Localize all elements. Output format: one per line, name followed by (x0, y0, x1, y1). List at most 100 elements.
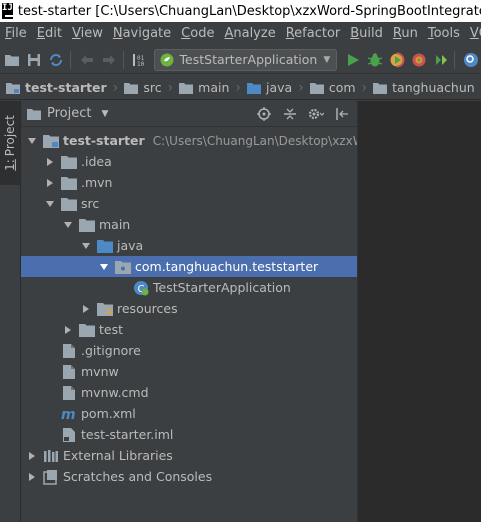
collapsed-arrow-icon[interactable] (27, 451, 37, 461)
menu-item-analyze[interactable]: Analyze (219, 26, 280, 41)
expanded-arrow-icon[interactable] (63, 220, 73, 230)
breadcrumb-item[interactable]: tanghuachun› (367, 80, 481, 96)
tree-node[interactable]: .idea (21, 151, 357, 172)
sync-icon[interactable] (47, 49, 66, 71)
tree-node[interactable]: test-starter C:\Users\ChuangLan\Desktop\x… (21, 130, 384, 151)
tree-node[interactable]: src (21, 193, 357, 214)
tree-node-label: src (81, 196, 100, 211)
tree-node[interactable]: mvnw (21, 361, 357, 382)
expanded-arrow-icon[interactable] (45, 199, 55, 209)
left-tool-strip: 1: Project (0, 101, 21, 522)
project-panel-header: Project ▼ (21, 101, 357, 127)
menu-mnemonic: R (285, 25, 295, 41)
tree-node[interactable]: C TestStarterApplication (21, 277, 357, 298)
menu-item-tools[interactable]: Tools (423, 26, 465, 41)
build-icon[interactable]: 01 10 (131, 49, 150, 71)
menu-label-rest: avigate (122, 25, 172, 41)
gear-icon[interactable] (307, 105, 325, 123)
logo-text: IJ (2, 3, 13, 13)
breadcrumb-label: main (198, 80, 230, 95)
breadcrumb-item[interactable]: com › (304, 80, 367, 96)
breadcrumb-item[interactable]: main › (173, 80, 241, 96)
tree-node[interactable]: Scratches and Consoles (21, 466, 357, 487)
folder-icon (27, 108, 41, 120)
project-view-dropdown[interactable]: Project ▼ (27, 106, 108, 121)
tree-node-label: Scratches and Consoles (63, 469, 213, 484)
editor-area[interactable] (357, 101, 481, 522)
profile-icon[interactable] (409, 49, 428, 71)
menu-mnemonic: V (71, 25, 81, 41)
tree-node[interactable]: com.tanghuachun.teststarter (21, 256, 357, 277)
intellij-logo-icon: IJ (2, 3, 13, 19)
collapsed-arrow-icon[interactable] (45, 157, 55, 167)
menu-item-navigate[interactable]: Navigate (108, 26, 176, 41)
tool-tab-number: 1: (3, 159, 17, 171)
menu-label-rest: ode (190, 25, 215, 41)
menu-item-file[interactable]: File (0, 26, 32, 41)
collapsed-arrow-icon[interactable] (27, 472, 37, 482)
source-folder-icon (97, 238, 113, 254)
svg-text:m: m (61, 407, 76, 421)
menu-item-view[interactable]: View (67, 26, 108, 41)
coverage-icon[interactable] (387, 49, 406, 71)
menu-mnemonic: E (36, 25, 45, 41)
tree-node[interactable]: test-starter.iml (21, 424, 357, 445)
hide-panel-icon[interactable] (333, 105, 351, 123)
save-icon[interactable] (25, 49, 44, 71)
menu-item-vcs[interactable]: VCS (465, 26, 481, 41)
tree-node[interactable]: test (21, 319, 357, 340)
menu-item-run[interactable]: Run (388, 26, 423, 41)
tree-node-label: External Libraries (63, 448, 173, 463)
tree-node[interactable]: m pom.xml (21, 403, 357, 424)
run-configuration-label: TestStarterApplication (179, 52, 318, 67)
folder-icon (247, 82, 262, 94)
menu-mnemonic: B (350, 25, 360, 41)
libraries-icon (43, 448, 59, 464)
breadcrumb-item[interactable]: test-starter › (0, 80, 118, 96)
folder-icon (61, 154, 77, 170)
folder-open-icon[interactable] (3, 49, 22, 71)
menu-label-rest: uild (359, 25, 383, 41)
menu-item-code[interactable]: Code (176, 26, 219, 41)
tree-node[interactable]: resources (21, 298, 357, 319)
menu-item-build[interactable]: Build (345, 26, 388, 41)
debug-icon[interactable] (365, 49, 384, 71)
breadcrumb-item[interactable]: src › (118, 80, 173, 96)
expanded-arrow-icon[interactable] (81, 241, 91, 251)
back-arrow-icon[interactable] (78, 49, 97, 71)
more-icon[interactable] (431, 49, 450, 71)
run-icon[interactable] (343, 49, 362, 71)
menu-item-edit[interactable]: Edit (32, 26, 67, 41)
tree-node[interactable]: java (21, 235, 357, 256)
menu-bar: File Edit View Navigate Code Analyze Refactor B… (0, 22, 481, 44)
window-title: test-starter [C:\Users\ChuangLan\Desktop… (17, 3, 481, 19)
collapsed-arrow-icon[interactable] (45, 178, 55, 188)
module-folder-icon (6, 82, 20, 94)
tree-node[interactable]: .mvn (21, 172, 357, 193)
expanded-arrow-icon[interactable] (27, 136, 37, 146)
tree-node[interactable]: mvnw.cmd (21, 382, 357, 403)
project-tool-tab[interactable]: 1: Project (0, 101, 20, 185)
collapsed-arrow-icon[interactable] (63, 325, 73, 335)
run-configuration-dropdown[interactable]: TestStarterApplication ▼ (153, 48, 338, 71)
forward-arrow-icon[interactable] (100, 49, 119, 71)
breadcrumb-item[interactable]: java › (241, 80, 304, 96)
tree-node-label: pom.xml (81, 406, 136, 421)
collapsed-arrow-icon[interactable] (81, 304, 91, 314)
breadcrumb-label: src (143, 80, 162, 95)
expanded-arrow-icon[interactable] (99, 262, 109, 272)
tree-node[interactable]: .gitignore (21, 340, 357, 361)
tree-node[interactable]: main (21, 214, 357, 235)
search-icon[interactable] (462, 49, 481, 71)
tree-node-label: .idea (81, 154, 112, 169)
locate-icon[interactable] (255, 105, 273, 123)
menu-item-refactor[interactable]: Refactor (281, 26, 346, 41)
tree-node-label: test-starter.iml (81, 427, 174, 442)
breadcrumb-label: test-starter (25, 80, 107, 95)
collapse-all-icon[interactable] (281, 105, 299, 123)
tree-node[interactable]: External Libraries (21, 445, 357, 466)
